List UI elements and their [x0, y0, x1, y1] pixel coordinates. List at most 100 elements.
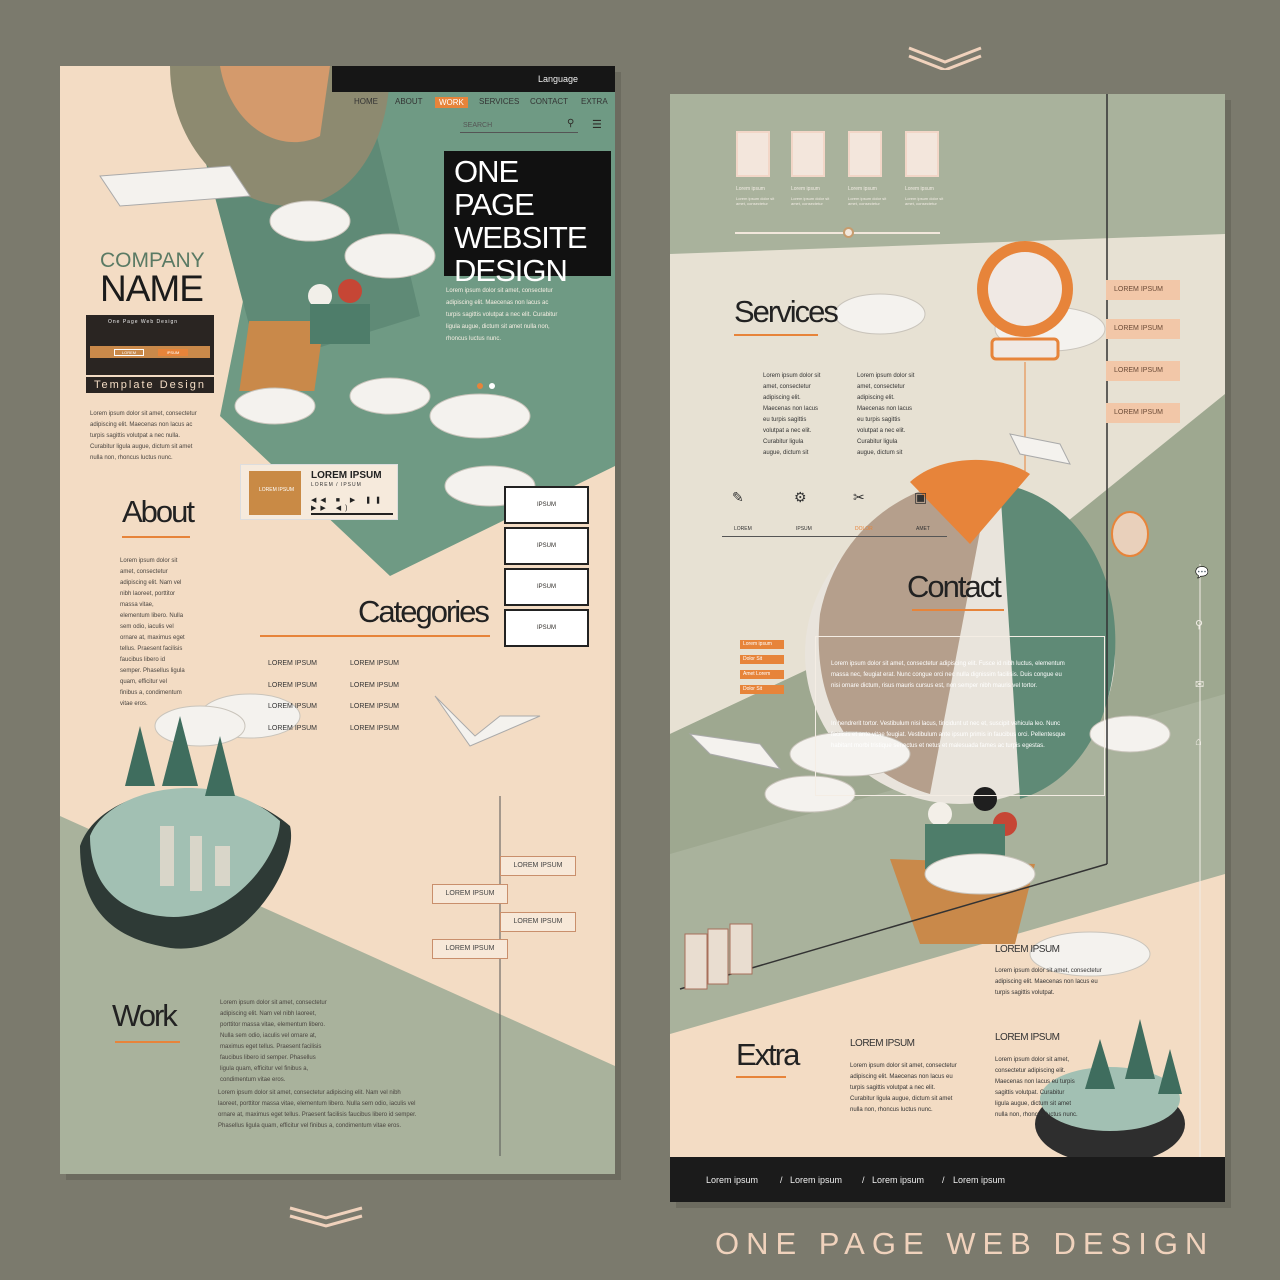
- thumbnail-caption: Lorem ipsum dolor sit amet, consectetur: [791, 196, 830, 206]
- search-icon[interactable]: ⚲: [1195, 618, 1203, 631]
- hero-title-line: WEBSITE: [454, 220, 588, 255]
- service-label: IPSUM: [796, 526, 812, 532]
- footer-link[interactable]: Lorem ipsum: [872, 1175, 924, 1185]
- search-underline: [460, 132, 578, 133]
- logo-button-ipsum[interactable]: IPSUM: [158, 349, 188, 356]
- gear-icon[interactable]: ⚙: [794, 489, 807, 506]
- extra-col-heading: LOREM IPSUM: [995, 1032, 1060, 1043]
- name-label: NAME: [100, 268, 204, 309]
- thumbnail-caption: Lorem ipsum dolor sit amet, consectetur: [736, 196, 775, 206]
- thumbnail-card[interactable]: [848, 131, 882, 177]
- progress-bar[interactable]: [311, 513, 393, 515]
- category-item[interactable]: LOREM IPSUM: [268, 703, 317, 710]
- footer-separator: /: [942, 1175, 945, 1185]
- scissors-icon[interactable]: ✂: [853, 489, 865, 506]
- logo-stripe: [90, 346, 210, 358]
- gallery-slider[interactable]: [735, 232, 940, 234]
- hero-title-line: DESIGN: [454, 253, 568, 288]
- nav-home[interactable]: HOME: [354, 97, 378, 106]
- category-item[interactable]: LOREM IPSUM: [350, 682, 399, 689]
- pencil-icon[interactable]: ✎: [732, 489, 744, 506]
- nav-about[interactable]: ABOUT: [395, 97, 423, 106]
- search-icon[interactable]: ⚲: [567, 118, 574, 129]
- chevron-down-icon: [289, 1206, 363, 1228]
- monitor-icon[interactable]: ▣: [914, 489, 927, 506]
- thumbnail-label: Lorem ipsum: [848, 186, 877, 192]
- categories-heading: Categories: [358, 594, 490, 629]
- nav-extra[interactable]: EXTRA: [581, 97, 608, 106]
- nav-work[interactable]: WORK: [435, 97, 468, 108]
- side-button[interactable]: IPSUM: [504, 609, 589, 647]
- contact-form-box[interactable]: Lorem ipsum dolor sit amet, consectetur …: [815, 636, 1105, 796]
- contact-heading: Contact: [907, 569, 1002, 604]
- hero-title-box: ONE PAGE WEBSITE DESIGN: [444, 151, 611, 287]
- thumbnail-card[interactable]: [905, 131, 939, 177]
- chat-icon[interactable]: 💬: [1195, 566, 1209, 579]
- services-heading: Services: [734, 294, 839, 329]
- music-player: LOREM IPSUM LOREM IPSUM LOREM / IPSUM ◀◀…: [240, 464, 398, 520]
- thumbnail-label: Lorem ipsum: [905, 186, 934, 192]
- hero-title-line: ONE PAGE: [454, 154, 535, 222]
- service-label: AMET: [916, 526, 930, 532]
- category-item[interactable]: LOREM IPSUM: [268, 725, 317, 732]
- side-sign[interactable]: LOREM IPSUM: [1106, 319, 1180, 339]
- side-button[interactable]: IPSUM: [504, 527, 589, 565]
- player-title: LOREM IPSUM: [311, 470, 382, 481]
- contact-tag[interactable]: Lorem ipsum: [740, 640, 784, 649]
- services-text: Lorem ipsum dolor sit amet, consectetur …: [857, 373, 915, 456]
- contact-tag[interactable]: Dolor Sit: [740, 655, 784, 664]
- contact-tag[interactable]: Dolor Sit: [740, 685, 784, 694]
- search-input[interactable]: SEARCH: [463, 122, 492, 129]
- work-text: Lorem ipsum dolor sit amet, consectetur …: [220, 1000, 327, 1083]
- player-controls[interactable]: ◀◀ ■ ▶ ❚❚ ▶▶ ◀): [311, 496, 397, 512]
- direction-sign[interactable]: LOREM IPSUM: [432, 939, 508, 959]
- category-item[interactable]: LOREM IPSUM: [268, 660, 317, 667]
- home-icon[interactable]: ⌂: [1195, 736, 1202, 748]
- extra-top-text: Lorem ipsum dolor sit amet, consectetur …: [995, 968, 1102, 996]
- side-button[interactable]: IPSUM: [504, 568, 589, 606]
- footer-separator: /: [780, 1175, 783, 1185]
- side-sign[interactable]: LOREM IPSUM: [1106, 280, 1180, 300]
- intro-text: Lorem ipsum dolor sit amet, consectetur …: [90, 411, 197, 461]
- template-label: Template Design: [86, 377, 214, 393]
- side-button[interactable]: IPSUM: [504, 486, 589, 524]
- nav-services[interactable]: SERVICES: [479, 97, 519, 106]
- work-text: Lorem ipsum dolor sit amet, consectetur …: [218, 1090, 417, 1129]
- side-sign[interactable]: LOREM IPSUM: [1106, 403, 1180, 423]
- logo-button-lorem[interactable]: LOREM: [114, 349, 144, 356]
- category-item[interactable]: LOREM IPSUM: [350, 725, 399, 732]
- thumbnail-caption: Lorem ipsum dolor sit amet, consectetur: [905, 196, 944, 206]
- slider-handle[interactable]: [843, 227, 854, 238]
- logo-box: One Page Web Design LOREM IPSUM: [86, 315, 214, 375]
- about-text: Lorem ipsum dolor sit amet, consectetur …: [120, 558, 185, 707]
- nav-contact[interactable]: CONTACT: [530, 97, 568, 106]
- extra-underline: [736, 1076, 786, 1078]
- direction-sign[interactable]: LOREM IPSUM: [500, 912, 576, 932]
- extra-col-text: Lorem ipsum dolor sit amet, consectetur …: [850, 1063, 957, 1113]
- extra-col-heading: LOREM IPSUM: [850, 1038, 915, 1049]
- album-thumbnail: LOREM IPSUM: [249, 471, 301, 515]
- category-item[interactable]: LOREM IPSUM: [350, 703, 399, 710]
- about-heading: About: [122, 494, 195, 529]
- direction-sign[interactable]: LOREM IPSUM: [432, 884, 508, 904]
- player-subtitle: LOREM / IPSUM: [311, 482, 362, 488]
- direction-sign[interactable]: LOREM IPSUM: [500, 856, 576, 876]
- language-selector[interactable]: Language: [538, 74, 578, 84]
- contact-text: In hendrerit tortor. Vestibulum nisi lac…: [831, 721, 1066, 749]
- footer-link[interactable]: Lorem ipsum: [953, 1175, 1005, 1185]
- work-heading: Work: [112, 998, 178, 1033]
- category-item[interactable]: LOREM IPSUM: [268, 682, 317, 689]
- footer-link[interactable]: Lorem ipsum: [706, 1175, 758, 1185]
- mail-icon[interactable]: ✉: [1195, 678, 1204, 691]
- chevron-down-icon: [908, 46, 982, 70]
- footer-link[interactable]: Lorem ipsum: [790, 1175, 842, 1185]
- extra-col-text: Lorem ipsum dolor sit amet, consectetur …: [995, 1057, 1078, 1118]
- footer-separator: /: [862, 1175, 865, 1185]
- menu-icon[interactable]: ☰: [592, 118, 602, 131]
- thumbnail-card[interactable]: [736, 131, 770, 177]
- contact-tag[interactable]: Amet Lorem: [740, 670, 784, 679]
- side-sign[interactable]: LOREM IPSUM: [1106, 361, 1180, 381]
- work-underline: [115, 1041, 180, 1043]
- category-item[interactable]: LOREM IPSUM: [350, 660, 399, 667]
- thumbnail-card[interactable]: [791, 131, 825, 177]
